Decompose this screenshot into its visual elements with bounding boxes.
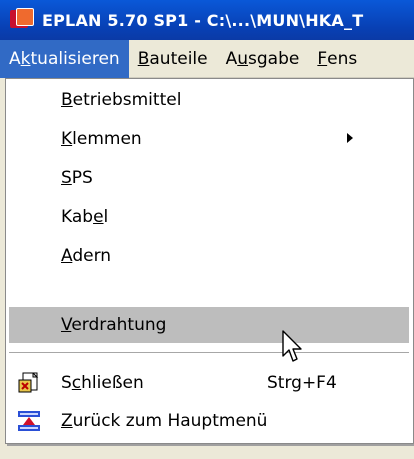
window-title: EPLAN 5.70 SP1 - C:\...\MUN\HKA_T bbox=[42, 10, 364, 30]
menu-item-label: Zurück zum Hauptmenü bbox=[61, 411, 268, 431]
menu-bauteile[interactable]: Bauteile bbox=[129, 40, 217, 78]
main-menu-icon bbox=[17, 409, 41, 433]
menu-item-schliessen[interactable]: Schließen Strg+F4 bbox=[9, 365, 409, 401]
menu-item-label: Verdrahtung bbox=[61, 315, 167, 335]
eplan-logo-icon bbox=[10, 8, 34, 32]
menu-item-label: Kabel bbox=[61, 207, 109, 227]
menu-item-verdrahtung[interactable]: Verdrahtung bbox=[9, 307, 409, 343]
aktualisieren-dropdown: Betriebsmittel Klemmen SPS Kabel Adern V… bbox=[5, 78, 414, 444]
menu-item-label: Betriebsmittel bbox=[61, 90, 182, 110]
menu-fenster[interactable]: Fens bbox=[308, 40, 366, 78]
menu-item-betriebsmittel[interactable]: Betriebsmittel bbox=[9, 82, 409, 118]
menu-ausgabe[interactable]: Au sgabe bbox=[217, 40, 309, 78]
menu-aktualisieren[interactable]: Ak tualisieren bbox=[0, 39, 129, 78]
submenu-arrow-icon bbox=[347, 133, 353, 143]
menu-item-kabel[interactable]: Kabel bbox=[9, 199, 409, 235]
menu-item-label: Klemmen bbox=[61, 129, 142, 149]
menu-separator bbox=[9, 352, 409, 353]
menu-bar: Ak tualisieren Bauteile Au sgabe Fens bbox=[0, 39, 414, 78]
mouse-pointer-icon bbox=[282, 330, 304, 369]
menu-item-label: Schließen bbox=[61, 373, 144, 393]
menu-item-label: Adern bbox=[61, 246, 112, 266]
close-document-icon bbox=[17, 371, 41, 395]
menu-item-label: SPS bbox=[61, 168, 93, 188]
menu-item-zurueck-hauptmenue[interactable]: Zurück zum Hauptmenü bbox=[9, 403, 409, 439]
menu-item-adern[interactable]: Adern bbox=[9, 238, 409, 274]
menu-item-sps[interactable]: SPS bbox=[9, 160, 409, 196]
title-bar: EPLAN 5.70 SP1 - C:\...\MUN\HKA_T bbox=[0, 0, 414, 40]
shortcut-label: Strg+F4 bbox=[267, 373, 337, 393]
menu-item-klemmen[interactable]: Klemmen bbox=[9, 121, 409, 157]
background-strip bbox=[0, 444, 414, 459]
